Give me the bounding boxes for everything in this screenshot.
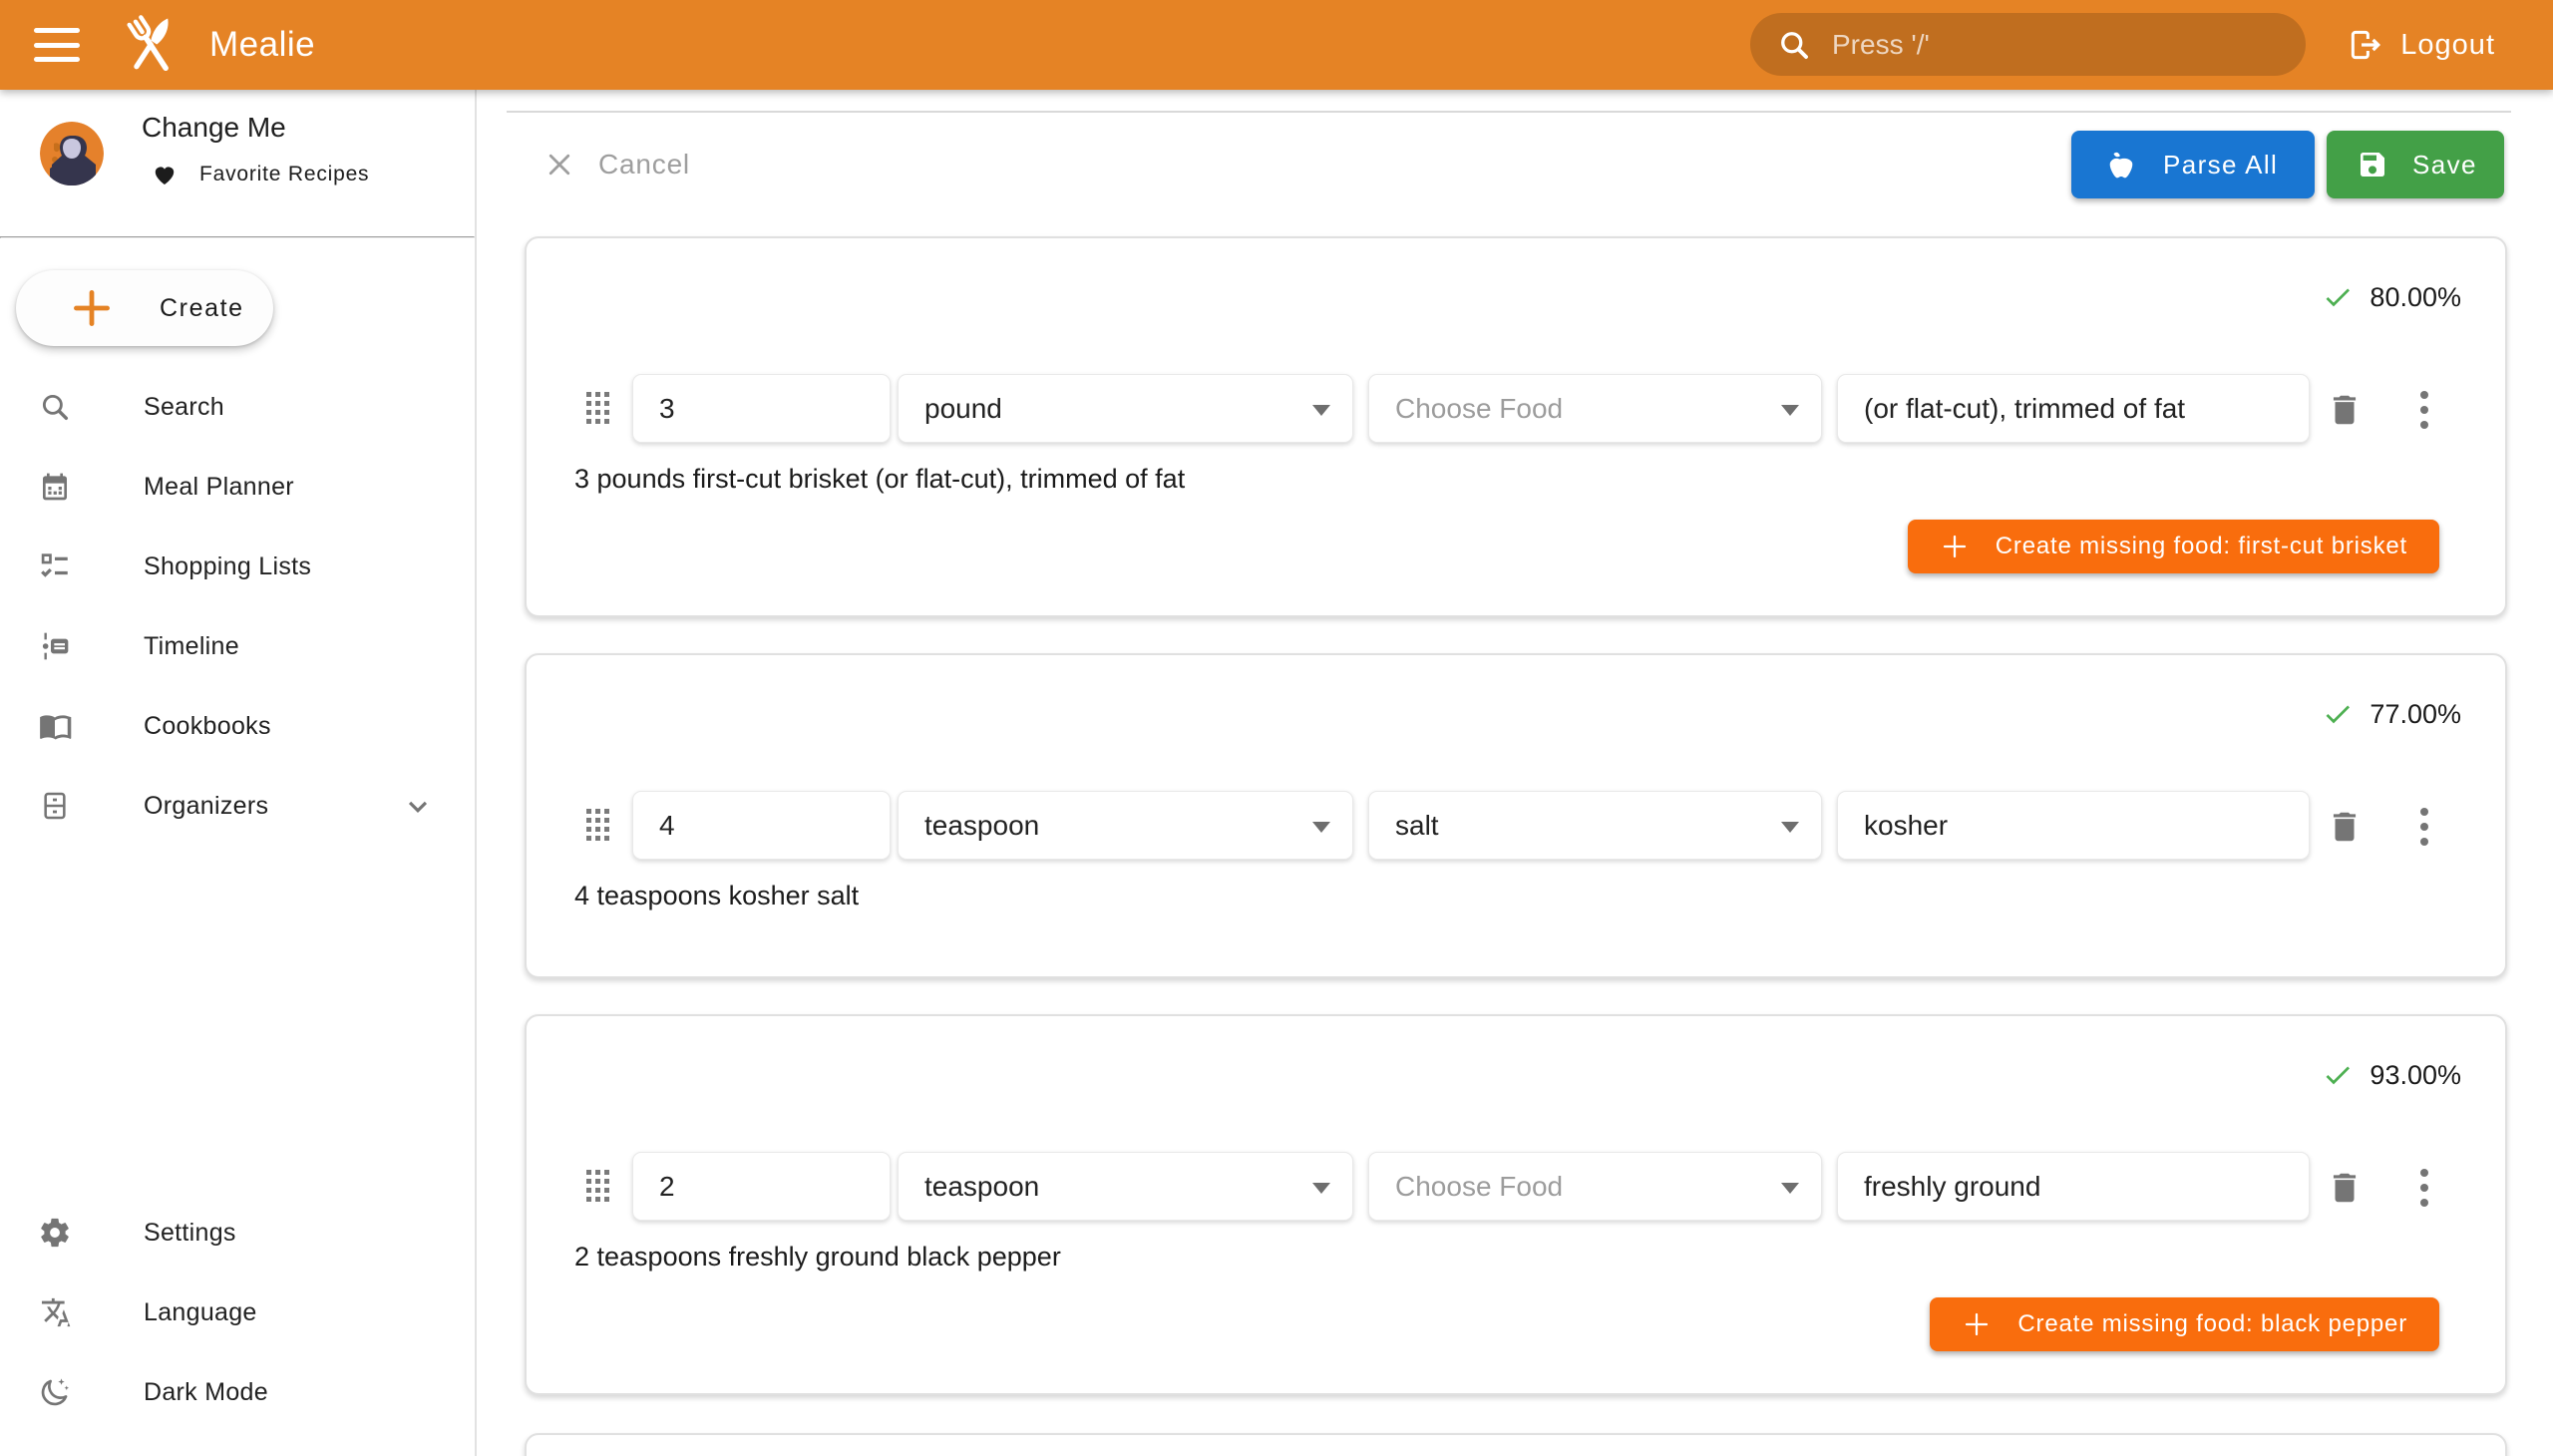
ingredient-card-list: 80.00% 3 pound Choose Food (or flat-cut)… [525, 90, 2507, 1456]
sidebar-item-search[interactable]: Search [0, 367, 475, 447]
create-button[interactable]: Create [16, 270, 273, 346]
ingredient-fields-row: 2 teaspoon Choose Food freshly ground [527, 1152, 2505, 1221]
more-options-button[interactable] [2411, 388, 2437, 432]
sidebar-item-dark-mode[interactable]: Dark Mode [0, 1352, 475, 1432]
drag-handle-icon[interactable] [586, 392, 611, 425]
ingredient-parser-view: Cancel Parse All Save [477, 90, 2553, 1456]
magnify-icon [38, 390, 72, 424]
chevron-down-icon [1312, 405, 1330, 416]
create-missing-food-button[interactable]: Create missing food: first-cut brisket [1908, 520, 2439, 573]
food-select[interactable]: Choose Food [1368, 1152, 1822, 1221]
plus-icon [1962, 1309, 1992, 1339]
ingredient-fields-row: 3 pound Choose Food (or flat-cut), trimm… [527, 374, 2505, 443]
sidebar-footer-nav: Settings Language Dark M [0, 1193, 475, 1432]
plus-icon [70, 286, 114, 330]
logout-button[interactable]: Logout [2341, 0, 2501, 90]
chevron-down-icon [1781, 1183, 1799, 1194]
sidebar-item-settings[interactable]: Settings [0, 1193, 475, 1273]
favorites-label: Favorite Recipes [199, 163, 369, 186]
quantity-input[interactable]: 2 [632, 1152, 891, 1221]
delete-button[interactable] [2326, 388, 2370, 432]
original-ingredient-text: 3 pounds first-cut brisket (or flat-cut)… [574, 464, 1185, 495]
logout-label: Logout [2400, 29, 2495, 62]
quantity-input[interactable]: 3 [632, 374, 891, 443]
book-open-icon [38, 709, 72, 743]
sidebar-item-shopping-lists[interactable]: Shopping Lists [0, 527, 475, 606]
create-label: Create [160, 294, 244, 323]
chevron-down-icon [1312, 1183, 1330, 1194]
user-name: Change Me [142, 112, 286, 144]
search-input[interactable]: Press '/' [1750, 13, 2306, 76]
check-icon [2322, 698, 2354, 730]
sidebar-item-language[interactable]: Language [0, 1273, 475, 1352]
logout-icon [2347, 26, 2384, 64]
favorite-recipes-link[interactable]: Favorite Recipes [152, 162, 369, 187]
gear-icon [38, 1216, 72, 1250]
check-icon [2322, 281, 2354, 313]
ingredient-fields-row: 4 teaspoon salt kosher [527, 791, 2505, 860]
drag-handle-icon[interactable] [586, 1170, 611, 1203]
checklist-icon [38, 549, 72, 583]
delete-button[interactable] [2326, 805, 2370, 849]
more-options-button[interactable] [2411, 805, 2437, 849]
confidence-indicator: 80.00% [2322, 281, 2461, 313]
quantity-input[interactable]: 4 [632, 791, 891, 860]
chevron-down-icon [1312, 822, 1330, 833]
calendar-icon [38, 470, 72, 504]
translate-icon [38, 1295, 72, 1329]
search-icon [1776, 27, 1812, 63]
ingredient-card: 77.00% 4 teaspoon salt kosher [525, 653, 2507, 978]
unit-select[interactable]: pound [898, 374, 1353, 443]
plus-icon [1940, 532, 1970, 561]
food-select[interactable]: salt [1368, 791, 1822, 860]
confidence-value: 77.00% [2370, 699, 2461, 730]
ingredient-card: 80.00% 3 pound Choose Food (or flat-cut)… [525, 236, 2507, 617]
avatar [40, 122, 104, 185]
confidence-value: 80.00% [2370, 282, 2461, 313]
food-select[interactable]: Choose Food [1368, 374, 1822, 443]
menu-icon[interactable] [34, 28, 80, 62]
sidebar-item-organizers[interactable]: Organizers [0, 766, 475, 846]
confidence-indicator: 93.00% [2322, 1059, 2461, 1091]
original-ingredient-text: 4 teaspoons kosher salt [574, 881, 859, 911]
check-icon [2322, 1059, 2354, 1091]
more-options-button[interactable] [2411, 1166, 2437, 1210]
sidebar-nav: Search Meal Planner [0, 367, 475, 846]
sidebar: Change Me Favorite Recipes Create [0, 90, 477, 1456]
delete-button[interactable] [2326, 1166, 2370, 1210]
mealie-app: Mealie Press '/' Logout [0, 0, 2553, 1456]
confidence-value: 93.00% [2370, 1060, 2461, 1091]
sidebar-item-meal-planner[interactable]: Meal Planner [0, 447, 475, 527]
heart-icon [152, 162, 178, 187]
sidebar-divider [0, 236, 475, 238]
sidebar-item-timeline[interactable]: Timeline [0, 606, 475, 686]
chevron-down-icon [1781, 405, 1799, 416]
confidence-indicator: 77.00% [2322, 698, 2461, 730]
search-placeholder: Press '/' [1832, 29, 1930, 61]
user-block[interactable]: Change Me Favorite Recipes [0, 90, 475, 236]
ingredient-card-partial [525, 1433, 2507, 1456]
note-input[interactable]: freshly ground [1837, 1152, 2310, 1221]
app-title: Mealie [209, 25, 315, 65]
sidebar-item-cookbooks[interactable]: Cookbooks [0, 686, 475, 766]
create-missing-food-button[interactable]: Create missing food: black pepper [1930, 1297, 2439, 1351]
note-input[interactable]: (or flat-cut), trimmed of fat [1837, 374, 2310, 443]
original-ingredient-text: 2 teaspoons freshly ground black pepper [574, 1242, 1061, 1273]
moon-stars-icon [38, 1375, 72, 1409]
chevron-down-icon [399, 787, 437, 825]
file-cabinet-icon [38, 789, 72, 823]
unit-select[interactable]: teaspoon [898, 1152, 1353, 1221]
timeline-icon [38, 629, 72, 663]
chevron-down-icon [1781, 822, 1799, 833]
unit-select[interactable]: teaspoon [898, 791, 1353, 860]
drag-handle-icon[interactable] [586, 809, 611, 842]
note-input[interactable]: kosher [1837, 791, 2310, 860]
mealie-logo-icon[interactable] [114, 8, 187, 82]
ingredient-card: 93.00% 2 teaspoon Choose Food freshly gr… [525, 1014, 2507, 1395]
app-header: Mealie Press '/' Logout [0, 0, 2553, 90]
